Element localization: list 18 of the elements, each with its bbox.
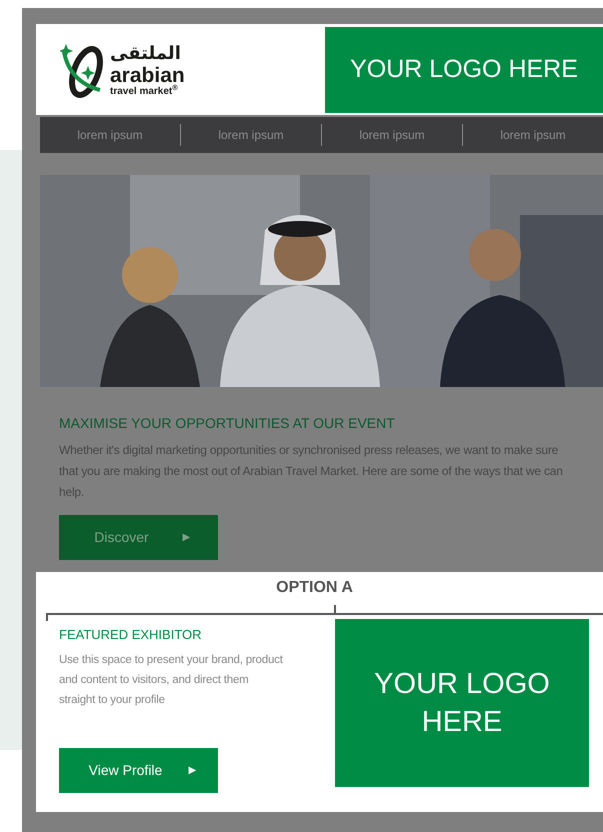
logo-placeholder-text: YOUR LOGO HERE [350, 54, 578, 86]
view-profile-button[interactable]: View Profile ▶ [59, 748, 218, 793]
logo-tagline: travel market$^{®}$ [110, 86, 179, 96]
featured-heading: FEATURED EXHIBITOR [59, 627, 203, 643]
arrow-icon: ▶ [182, 532, 191, 542]
nav-link[interactable]: lorem ipsum [181, 126, 321, 144]
logo-placeholder-text: YOUR LOGO HERE [373, 667, 551, 740]
option-title: OPTION A [275, 578, 354, 597]
nav-link[interactable]: lorem ipsum [463, 126, 603, 144]
section-heading: MAXIMISE YOUR OPPORTUNITIES AT OUR EVENT [59, 414, 396, 433]
featured-paragraph: Use this space to present your brand, product and content to visitors, and direct them straight to your profile [59, 653, 284, 708]
nav-link[interactable]: lorem ipsum [322, 126, 462, 144]
intro-paragraph: Whether it's digital marketing opportunities or synchronised press releases, we want to make sure that you are making the most out of Arabian Travel Market. Here are some of the ways that we can help. [59, 442, 564, 501]
logo-arabic-text: الملتقى [110, 42, 182, 64]
nav-link[interactable]: lorem ipsum [40, 126, 180, 144]
logo-icon [60, 42, 104, 98]
discover-button[interactable]: Discover ▶ [59, 515, 218, 560]
arrow-icon: ▶ [188, 766, 196, 776]
